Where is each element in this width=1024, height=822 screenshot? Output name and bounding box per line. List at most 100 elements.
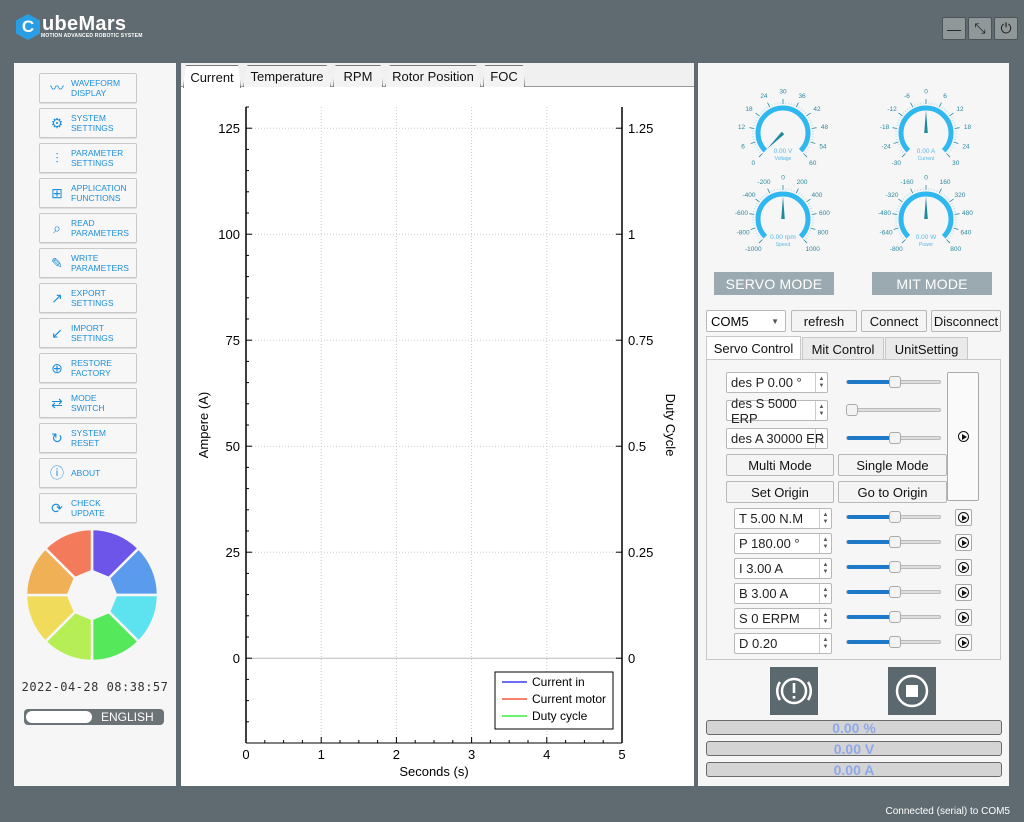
param-field-5[interactable]: D 0.20 ▲ ▼ (734, 633, 832, 654)
spin-arrows-icon[interactable]: ▲ ▼ (819, 534, 831, 553)
value-slider[interactable] (846, 586, 941, 598)
language-toggle[interactable]: ENGLISH (24, 709, 164, 725)
value-slider[interactable] (846, 611, 941, 623)
value-slider[interactable] (846, 511, 941, 523)
value-slider[interactable] (845, 404, 941, 416)
single-mode-button[interactable]: Single Mode (838, 454, 947, 476)
value-slider[interactable] (846, 432, 941, 444)
gauge-tick (811, 213, 817, 215)
value-slider[interactable] (846, 536, 941, 548)
tab-unit-setting[interactable]: UnitSetting (885, 337, 968, 360)
value-slider[interactable] (846, 376, 941, 388)
slider-handle[interactable] (888, 611, 901, 623)
slider-handle[interactable] (888, 561, 901, 573)
run-param-button-0[interactable] (955, 509, 972, 526)
param-field-0[interactable]: T 5.00 N.M ▲ ▼ (734, 508, 832, 529)
tab-rotor-position[interactable]: Rotor Position (385, 65, 481, 87)
sidebar-item-restore-factory[interactable]: ⊕ RESTORE FACTORY (39, 353, 137, 383)
gauge-tick-label: -200 (757, 179, 770, 186)
param-field-3[interactable]: B 3.00 A ▲ ▼ (734, 583, 832, 604)
sidebar-item-parameter-settings[interactable]: ⫶ PARAMETER SETTINGS (39, 143, 137, 173)
gauge-tick-label: 600 (819, 210, 830, 217)
spin-arrows-icon[interactable]: ▲ ▼ (819, 509, 831, 528)
gauge-tick (773, 189, 776, 192)
sidebar-item-check-update[interactable]: ⟳ CHECK UPDATE (39, 493, 137, 523)
tab-foc[interactable]: FOC (483, 65, 525, 87)
disconnect-button[interactable]: Disconnect (931, 310, 1001, 332)
gauge-tick (952, 119, 955, 122)
spin-arrows-icon[interactable]: ▲ ▼ (819, 634, 831, 653)
des-field-0[interactable]: des P 0.00 ° ▲ ▼ (726, 372, 828, 393)
slider-handle[interactable] (888, 376, 901, 388)
port-select[interactable]: COM5 ▼ (706, 310, 786, 332)
sidebar-item-system-settings[interactable]: ⚙ SYSTEM SETTINGS (39, 108, 137, 138)
sidebar-item-system-reset[interactable]: ↻ SYSTEM RESET (39, 423, 137, 453)
spinbox-value: des S 5000 ERP (731, 395, 797, 426)
gauge-tick (790, 103, 793, 106)
spin-arrows-icon[interactable]: ▲ ▼ (815, 373, 827, 392)
slider-handle[interactable] (888, 586, 901, 598)
spin-arrows-icon[interactable]: ▲ ▼ (815, 401, 827, 420)
gauge-tick (897, 230, 900, 232)
spin-arrows-icon[interactable]: ▲ ▼ (819, 559, 831, 578)
sidebar-item-import-settings[interactable]: ↙ IMPORT SETTINGS (39, 318, 137, 348)
maximize-button[interactable]: ⤡ (968, 17, 992, 40)
multi-mode-button[interactable]: Multi Mode (726, 454, 834, 476)
param-field-1[interactable]: P 180.00 ° ▲ ▼ (734, 533, 832, 554)
go-to-origin-button[interactable]: Go to Origin (838, 481, 947, 503)
language-toggle-knob[interactable] (26, 711, 92, 723)
refresh-button[interactable]: refresh (791, 310, 857, 332)
spin-arrows-icon[interactable]: ▲ ▼ (815, 429, 827, 448)
sidebar-item-read-parameters[interactable]: ⌕ READ PARAMETERS (39, 213, 137, 243)
sidebar-item-about[interactable]: ⓘ ABOUT (39, 458, 137, 488)
sidebar-item-mode-switch[interactable]: ⇄ MODE SWITCH (39, 388, 137, 418)
run-servo-button[interactable] (947, 372, 979, 501)
power-button[interactable]: ⏻ (994, 17, 1018, 40)
run-param-button-3[interactable] (955, 584, 972, 601)
gauge-tick (749, 127, 755, 129)
write-chart-icon: ✎ (51, 254, 63, 271)
gauge-tick (914, 190, 916, 193)
minimize-button[interactable]: — (942, 17, 966, 40)
set-origin-button[interactable]: Set Origin (726, 481, 834, 503)
run-param-button-4[interactable] (955, 609, 972, 626)
gauge-tick (933, 189, 936, 192)
brake-warning-button[interactable] (770, 667, 818, 715)
stop-button[interactable] (888, 667, 936, 715)
servo-mode-button[interactable]: SERVO MODE (714, 272, 834, 295)
slider-handle[interactable] (888, 536, 901, 548)
connect-button[interactable]: Connect (861, 310, 927, 332)
des-field-2[interactable]: des A 30000 ER ▲ ▼ (726, 428, 828, 449)
sidebar-item-waveform-display[interactable]: 〰 WAVEFORM DISPLAY (39, 73, 137, 103)
run-param-button-2[interactable] (955, 559, 972, 576)
slider-handle[interactable] (845, 404, 858, 416)
mit-mode-button[interactable]: MIT MODE (872, 272, 992, 295)
run-param-button-1[interactable] (955, 534, 972, 551)
gauge-tick (941, 106, 943, 109)
slider-handle[interactable] (888, 432, 901, 444)
spin-arrows-icon[interactable]: ▲ ▼ (819, 609, 831, 628)
sidebar-item-label: READ PARAMETERS (71, 218, 129, 238)
des-field-1[interactable]: des S 5000 ERP ▲ ▼ (726, 396, 828, 426)
spin-arrows-icon[interactable]: ▲ ▼ (819, 584, 831, 603)
sidebar-item-export-settings[interactable]: ↗ EXPORT SETTINGS (39, 283, 137, 313)
slider-handle[interactable] (888, 511, 901, 523)
value-slider[interactable] (846, 561, 941, 573)
param-field-4[interactable]: S 0 ERPM ▲ ▼ (734, 608, 832, 629)
tab-mit-control[interactable]: Mit Control (802, 337, 884, 360)
current-gauge: -30 -24 -18 -12 -6 0 6 12 18 24 30 0.00 ACurrent (880, 89, 972, 168)
tab-current[interactable]: Current (183, 65, 241, 88)
tab-temperature[interactable]: Temperature (243, 65, 331, 87)
value-slider[interactable] (846, 636, 941, 648)
sidebar-item-write-parameters[interactable]: ✎ WRITE PARAMETERS (39, 248, 137, 278)
tab-servo-control[interactable]: Servo Control (706, 336, 801, 360)
run-param-button-5[interactable] (955, 634, 972, 651)
y2-tick-label: 0.75 (628, 333, 653, 348)
tab-rpm[interactable]: RPM (333, 65, 383, 87)
slider-handle[interactable] (888, 636, 901, 648)
param-field-2[interactable]: I 3.00 A ▲ ▼ (734, 558, 832, 579)
language-label: ENGLISH (101, 710, 154, 724)
gauge-tick (938, 188, 942, 194)
gauge-tick-label: -640 (880, 229, 893, 236)
sidebar-item-application-functions[interactable]: ⊞ APPLICATION FUNCTIONS (39, 178, 137, 208)
